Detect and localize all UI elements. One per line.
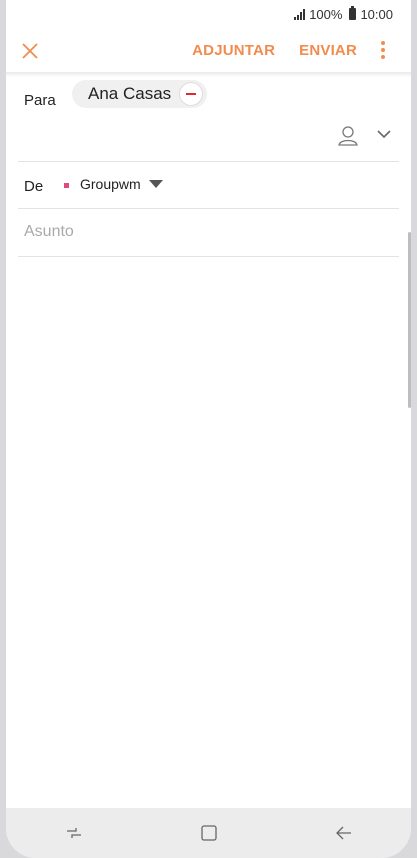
clock: 10:00 [360, 6, 393, 22]
account-name: Groupwm [80, 176, 141, 192]
compose-toolbar: ADJUNTAR ENVIAR [6, 28, 411, 72]
home-button[interactable] [189, 813, 229, 853]
message-body[interactable] [6, 260, 411, 808]
recent-apps-icon [66, 828, 81, 838]
back-button[interactable] [324, 813, 364, 853]
to-field[interactable]: Para Ana Casas [6, 77, 411, 111]
account-selector[interactable]: Groupwm [80, 176, 163, 192]
to-label: Para [24, 92, 56, 109]
battery-icon [349, 6, 357, 20]
subject-input[interactable] [18, 209, 399, 255]
remove-recipient-icon[interactable] [179, 82, 204, 106]
recipient-actions [18, 111, 399, 162]
from-field: De Groupwm [18, 162, 399, 209]
navigation-bar [6, 808, 411, 858]
recipient-chip[interactable]: Ana Casas [72, 80, 208, 108]
scroll-indicator [408, 232, 411, 408]
account-color-dot [64, 183, 69, 188]
battery-percent: 100% [309, 6, 343, 22]
more-options-icon[interactable] [381, 41, 385, 59]
chevron-down-icon[interactable] [377, 129, 391, 139]
subject-field [18, 209, 399, 257]
signal-icon [294, 8, 306, 20]
recipient-name: Ana Casas [88, 84, 172, 103]
dropdown-arrow-icon [148, 180, 163, 188]
from-label: De [24, 178, 44, 195]
close-icon[interactable] [18, 39, 42, 63]
status-bar: 100% 10:00 [6, 0, 411, 28]
back-arrow-icon [335, 826, 351, 840]
attach-button[interactable]: ADJUNTAR [192, 42, 275, 59]
send-button[interactable]: ENVIAR [299, 42, 357, 59]
contact-icon[interactable] [337, 125, 359, 147]
recent-apps-button[interactable] [54, 813, 94, 853]
email-compose-screen: 100% 10:00 ADJUNTAR ENVIAR Para Ana Casa… [6, 0, 411, 858]
home-icon [200, 825, 217, 841]
